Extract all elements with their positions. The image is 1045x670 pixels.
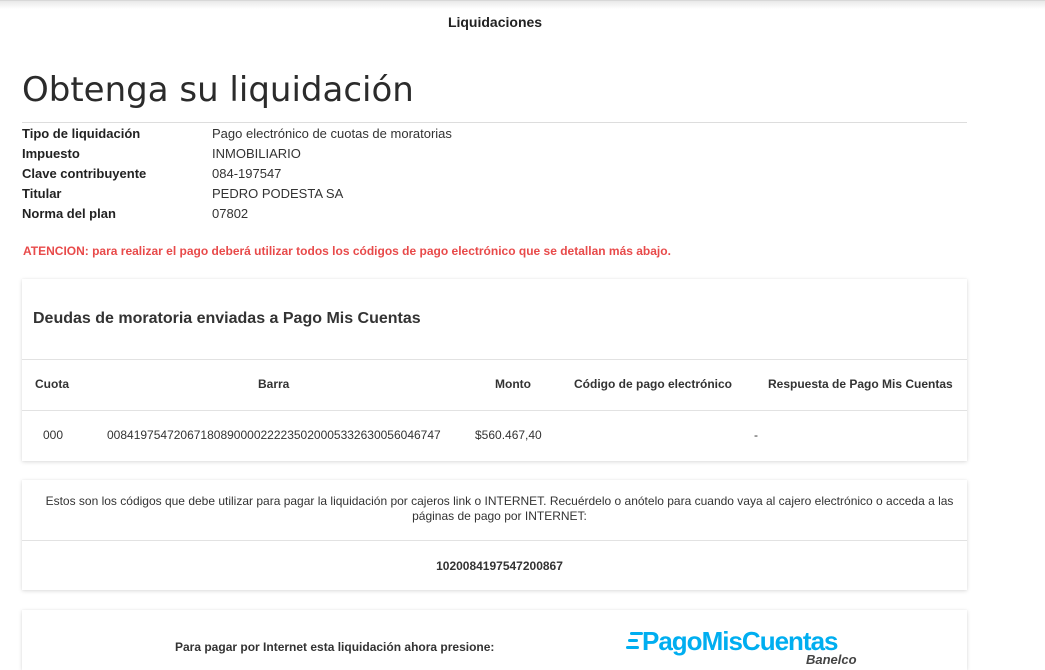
info-value: 07802 — [212, 206, 249, 221]
page-title: Obtenga su liquidación — [22, 70, 414, 110]
debts-card: Deudas de moratoria enviadas a Pago Mis … — [22, 279, 967, 461]
cell-cuota: 000 — [43, 428, 64, 442]
divider — [22, 410, 967, 411]
info-value: 084-197547 — [212, 166, 282, 181]
info-value: PEDRO PODESTA SA — [212, 186, 344, 201]
info-label: Titular — [22, 186, 62, 201]
codes-card: Estos son los códigos que debe utilizar … — [22, 480, 967, 590]
payment-code: 1020084197547200867 — [436, 559, 563, 573]
payment-card: Para pagar por Internet esta liquidación… — [22, 610, 967, 670]
pagomiscuentas-logo-button[interactable]: PagoMisCuentas Banelco — [626, 626, 866, 668]
debts-card-title: Deudas de moratoria enviadas a Pago Mis … — [33, 310, 421, 327]
divider — [22, 540, 967, 541]
info-label: Clave contribuyente — [22, 166, 147, 181]
page-header-title: Liquidaciones — [447, 14, 543, 30]
info-row: Tipo de liquidación Pago electrónico de … — [22, 124, 967, 144]
info-label: Tipo de liquidación — [22, 126, 141, 141]
liquidation-info: Tipo de liquidación Pago electrónico de … — [22, 124, 967, 224]
column-header-codigo: Código de pago electrónico — [574, 377, 733, 391]
info-row: Titular PEDRO PODESTA SA — [22, 184, 967, 204]
cell-monto: $560.467,40 — [475, 428, 542, 442]
info-row: Impuesto INMOBILIARIO — [22, 144, 967, 164]
column-header-cuota: Cuota — [35, 377, 69, 391]
top-bar — [0, 0, 1045, 9]
info-row: Clave contribuyente 084-197547 — [22, 164, 967, 184]
column-header-monto: Monto — [495, 377, 531, 391]
info-label: Norma del plan — [22, 206, 116, 221]
column-header-barra: Barra — [258, 377, 290, 391]
info-value: Pago electrónico de cuotas de moratorias — [212, 126, 452, 141]
info-value: INMOBILIARIO — [212, 146, 301, 161]
cell-respuesta: - — [754, 428, 758, 442]
divider — [22, 122, 967, 123]
divider — [22, 359, 967, 360]
codes-message: Estos son los códigos que debe utilizar … — [45, 494, 954, 523]
column-header-respuesta: Respuesta de Pago Mis Cuentas — [768, 377, 953, 391]
cell-barra: 0084197547206718089000022223502000533263… — [107, 428, 441, 442]
logo-text-pago: Pago — [642, 626, 703, 656]
payment-label: Para pagar por Internet esta liquidación… — [175, 640, 495, 654]
warning-message: ATENCION: para realizar el pago deberá u… — [23, 244, 671, 258]
info-label: Impuesto — [22, 146, 80, 161]
info-row: Norma del plan 07802 — [22, 204, 967, 224]
